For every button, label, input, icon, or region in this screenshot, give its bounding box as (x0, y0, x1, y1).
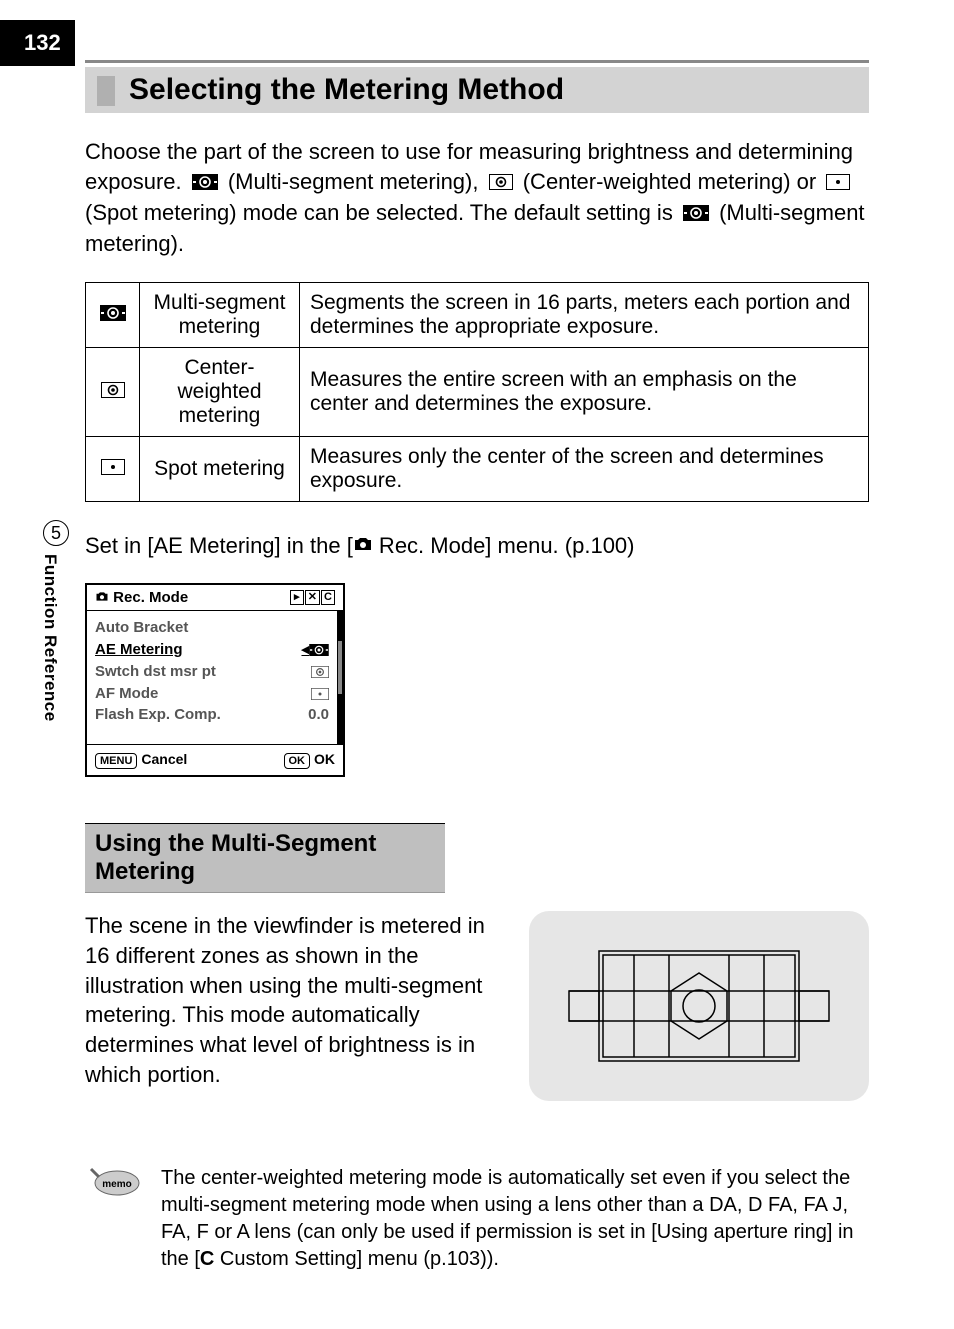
title-bar: Selecting the Metering Method (85, 60, 869, 113)
lcd-value-center-icon (311, 661, 329, 683)
lcd-item-ae-metering: AE Metering ◂ (95, 639, 329, 661)
lcd-flash-value: 0.0 (308, 704, 329, 726)
multi-segment-icon-2 (683, 199, 709, 229)
ok-label: OK (314, 751, 335, 767)
camera-icon-small (95, 589, 109, 606)
lcd-tabs: ▸✕C (290, 590, 335, 605)
set-in-menu: Rec. Mode] menu. (p.100) (373, 533, 635, 558)
lcd-footer: MENUCancel OKOK (87, 744, 343, 775)
intro-text-3: (Center-weighted metering) or (523, 169, 823, 194)
tab-tools-icon: ✕ (305, 590, 320, 605)
row-desc: Measures only the center of the screen a… (300, 437, 869, 502)
cancel-label: Cancel (141, 751, 187, 767)
svg-text:memo: memo (102, 1179, 131, 1190)
memo-text: The center-weighted metering mode is aut… (161, 1165, 869, 1273)
lcd-item-flash-exp: Flash Exp. Comp. 0.0 (95, 704, 329, 726)
row-icon-multi (86, 283, 140, 348)
lcd-header: Rec. Mode ▸✕C (87, 585, 343, 611)
set-in-text: Set in [AE Metering] in the [ Rec. Mode]… (85, 532, 869, 559)
page-title: Selecting the Metering Method (85, 67, 869, 113)
tab-play-icon: ▸ (290, 590, 304, 605)
row-name: Multi-segment metering (140, 283, 300, 348)
row-desc: Segments the screen in 16 parts, meters … (300, 283, 869, 348)
multi-segment-icon (192, 168, 218, 198)
row-icon-center (86, 348, 140, 437)
lcd-body: Auto Bracket AE Metering ◂ Swtch dst msr… (87, 611, 343, 744)
set-in-before: Set in [AE Metering] in the [ (85, 533, 353, 558)
tab-c-icon: C (321, 590, 335, 605)
menu-button-label: MENU (95, 753, 137, 769)
memo-text-2: Custom Setting] menu (p.103)). (214, 1248, 499, 1270)
lcd-title: Rec. Mode (113, 589, 188, 606)
memo-icon: memo (85, 1165, 141, 1197)
memo-block: memo The center-weighted metering mode i… (85, 1165, 869, 1273)
chapter-number: 5 (43, 520, 69, 546)
metering-zones-diagram (529, 911, 869, 1101)
table-row: Multi-segment metering Segments the scre… (86, 283, 869, 348)
memo-c-label: C (200, 1248, 214, 1270)
camera-icon (353, 532, 373, 558)
intro-paragraph: Choose the part of the screen to use for… (85, 137, 869, 258)
intro-text-4: (Spot metering) mode can be selected. Th… (85, 200, 679, 225)
intro-text-2: (Multi-segment metering), (228, 169, 485, 194)
metering-table: Multi-segment metering Segments the scre… (85, 282, 869, 502)
row-name: Spot metering (140, 437, 300, 502)
lcd-value-spot-icon (311, 683, 329, 705)
title-text: Selecting the Metering Method (129, 73, 564, 106)
table-row: Center-weighted metering Measures the en… (86, 348, 869, 437)
center-weighted-icon (489, 168, 513, 198)
ok-button-label: OK (284, 753, 311, 769)
spot-metering-icon (826, 168, 850, 198)
lcd-item-auto-bracket: Auto Bracket (95, 617, 329, 639)
section-heading: Using the Multi-Segment Metering (85, 823, 445, 893)
row-name: Center-weighted metering (140, 348, 300, 437)
lcd-value-multi-icon: ◂ (301, 639, 329, 661)
section-text: The scene in the viewfinder is metered i… (85, 911, 489, 1101)
row-desc: Measures the entire screen with an empha… (300, 348, 869, 437)
lcd-item-swtch: Swtch dst msr pt (95, 661, 329, 683)
side-tab: 5 Function Reference (40, 520, 72, 722)
row-icon-spot (86, 437, 140, 502)
page-number: 132 (0, 20, 75, 66)
lcd-item-af-mode: AF Mode (95, 683, 329, 705)
table-row: Spot metering Measures only the center o… (86, 437, 869, 502)
lcd-screenshot: Rec. Mode ▸✕C Auto Bracket AE Metering ◂… (85, 583, 345, 777)
chapter-label: Function Reference (40, 554, 60, 722)
